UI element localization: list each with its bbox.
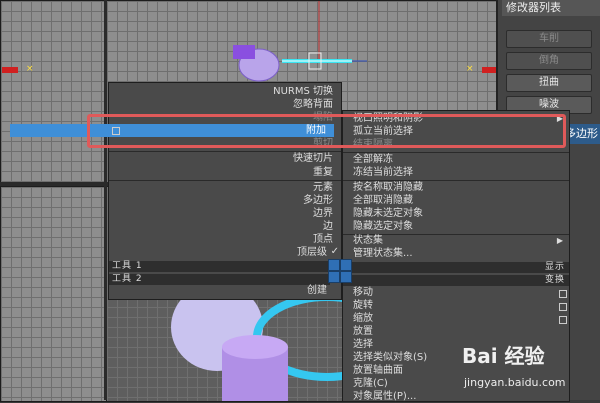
menu-item-border[interactable]: 边界 xyxy=(313,208,333,220)
menu-item-unhide-by-name[interactable]: 按名称取消隐藏 xyxy=(353,182,423,194)
settings-box-icon[interactable] xyxy=(559,316,567,324)
menu-item-place[interactable]: 放置 xyxy=(353,326,373,338)
menu-item-rotate[interactable]: 旋转 xyxy=(353,300,373,312)
menu-item-select[interactable]: 选择 xyxy=(353,339,373,351)
quad-center-br[interactable] xyxy=(340,271,352,283)
twist-button[interactable]: 扭曲 xyxy=(506,74,592,92)
menu-item-top-level[interactable]: 顶层级 xyxy=(297,247,327,259)
separator xyxy=(343,180,569,181)
separator xyxy=(109,180,341,181)
watermark-url: jingyan.baidu.com xyxy=(464,376,566,389)
menu-item-vertex[interactable]: 顶点 xyxy=(313,234,333,246)
quad-center-tl[interactable] xyxy=(328,259,340,271)
menu-item-nurms-toggle[interactable]: NURMS 切换 xyxy=(273,86,333,98)
settings-box-icon[interactable] xyxy=(559,303,567,311)
menu-item-unfreeze-all[interactable]: 全部解冻 xyxy=(353,154,393,166)
axis-x-label-right: × xyxy=(466,64,474,74)
menu-item-scale[interactable]: 缩放 xyxy=(353,313,373,325)
quad-bar-right: 显示 xyxy=(343,262,569,273)
menu-item-move[interactable]: 移动 xyxy=(353,287,373,299)
submenu-arrow-icon: ▶ xyxy=(556,236,563,245)
menu-item-element[interactable]: 元素 xyxy=(313,182,333,194)
quad-label-tools1: 工具 1 xyxy=(109,261,330,272)
menu-item-object-properties[interactable]: 对象属性(P)... xyxy=(353,391,416,403)
menu-item-hide-unselected[interactable]: 隐藏未选定对象 xyxy=(353,208,423,220)
viewport-divider-vertical xyxy=(104,0,107,400)
viewport-bottom-left[interactable] xyxy=(0,186,108,402)
viewport-top-left[interactable] xyxy=(0,0,108,184)
menu-item-edge[interactable]: 边 xyxy=(323,221,333,233)
menu-item-polygon[interactable]: 多边形 xyxy=(303,195,333,207)
menu-item-state-sets[interactable]: 状态集 xyxy=(353,235,383,247)
quad-center-bl[interactable] xyxy=(328,271,340,283)
menu-item-quickslice[interactable]: 快速切片 xyxy=(293,153,333,165)
separator xyxy=(109,151,341,152)
separator xyxy=(343,152,569,153)
menu-item-repeat[interactable]: 重复 xyxy=(313,167,333,179)
menu-item-place-pivot-surface[interactable]: 放置轴曲面 xyxy=(353,365,403,377)
checkmark-icon: ✓ xyxy=(330,246,339,257)
menu-item-ignore-backfacing[interactable]: 忽略背面 xyxy=(293,99,333,111)
quad-label-display: 显示 xyxy=(544,262,565,272)
cylinder-object xyxy=(222,335,288,359)
baidu-jingyan-logo: Bai 经验 xyxy=(462,344,545,368)
axis-marker-right xyxy=(482,67,496,73)
settings-box-icon[interactable] xyxy=(559,290,567,298)
menu-item-freeze-selection[interactable]: 冻结当前选择 xyxy=(353,167,413,179)
menu-item-create[interactable]: 创建 xyxy=(307,285,327,297)
quad-label-transform: 变换 xyxy=(544,275,565,285)
annotation-highlight-box xyxy=(87,114,566,148)
quad-center-tr[interactable] xyxy=(340,259,352,271)
menu-item-select-similar[interactable]: 选择类似对象(S) xyxy=(353,352,427,364)
axis-x-label-left: × xyxy=(26,64,34,74)
axis-marker-left xyxy=(2,67,18,73)
menu-item-manage-state-sets[interactable]: 管理状态集... xyxy=(353,248,413,260)
menu-item-hide-selection[interactable]: 隐藏选定对象 xyxy=(353,221,413,233)
quad-label-tools2: 工具 2 xyxy=(109,274,330,285)
modifier-list-title[interactable]: 修改器列表 xyxy=(502,0,600,16)
menu-item-unhide-all[interactable]: 全部取消隐藏 xyxy=(353,195,413,207)
menu-item-clone[interactable]: 克隆(C) xyxy=(353,378,388,390)
quad-bar-right-2: 变换 xyxy=(343,275,569,286)
bevel-button[interactable]: 倒角 xyxy=(506,52,592,70)
lathe-button[interactable]: 车削 xyxy=(506,30,592,48)
